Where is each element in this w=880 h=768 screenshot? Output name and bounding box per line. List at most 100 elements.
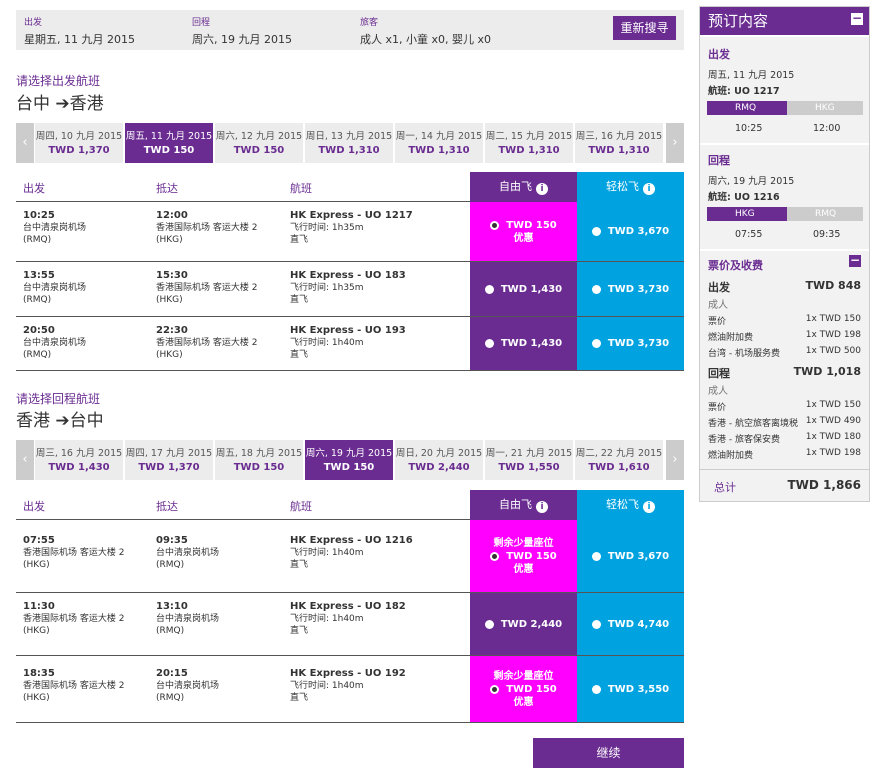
departure-time: 07:55 — [23, 535, 55, 546]
flight-row: 20:50 台中清泉岗机场 (RMQ) 22:30 香港国际机场 客运大楼 2 (HKG)… — [16, 317, 684, 371]
info-icon[interactable]: i — [643, 501, 655, 513]
fare-price: TWD 3,670 — [607, 550, 670, 562]
arrival-time: 22:30 — [156, 325, 188, 336]
fare-note: 优惠 — [513, 563, 534, 575]
flight-stops: 直飞 — [290, 235, 309, 245]
date-tab[interactable]: 周二, 22 九月 2015 TWD 1,610 — [575, 440, 663, 480]
radio-button[interactable] — [591, 284, 601, 294]
departure-airport: 台中清泉岗机场 — [23, 223, 87, 233]
date-tab[interactable]: 周五, 11 九月 2015 TWD 150 — [125, 123, 213, 163]
radio-button[interactable] — [484, 619, 494, 629]
flight-info: HK Express - UO 192 飞行时间: 1h40m 直飞 — [290, 668, 406, 704]
departure-time: 13:55 — [23, 270, 55, 281]
date-tab[interactable]: 周四, 17 九月 2015 TWD 1,370 — [125, 440, 213, 480]
info-icon[interactable]: i — [536, 183, 548, 195]
radio-button[interactable] — [591, 227, 601, 236]
fees-out-pax: 成人 — [708, 300, 728, 311]
fare-option-easy[interactable]: TWD 3,670 — [577, 202, 684, 261]
fee-value: 1x TWD 198 — [805, 330, 861, 340]
date-tab[interactable]: 周六, 12 九月 2015 TWD 150 — [215, 123, 303, 163]
chevron-right-icon[interactable]: › — [666, 440, 684, 480]
date-tab-date: 周一, 14 九月 2015 — [395, 131, 483, 142]
date-tab[interactable]: 周五, 18 九月 2015 TWD 150 — [215, 440, 303, 480]
header-depart: 出发 — [23, 500, 45, 513]
date-tab-date: 周四, 10 九月 2015 — [35, 131, 123, 142]
research-button[interactable]: 重新搜寻 — [613, 16, 676, 40]
fare-header-fun[interactable]: 自由飞 i — [470, 490, 577, 520]
fare-option-fun[interactable]: 剩余少量座位 TWD 150 优惠 — [470, 656, 577, 722]
radio-button[interactable] — [484, 284, 494, 294]
date-tab[interactable]: 周三, 16 九月 2015 TWD 1,430 — [35, 440, 123, 480]
arrival-info: 12:00 香港国际机场 客运大楼 2 (HKG) — [156, 210, 257, 246]
flight-number: HK Express - UO 192 — [290, 668, 406, 679]
date-tab[interactable]: 周六, 19 九月 2015 TWD 150 — [305, 440, 393, 480]
flight-row: 10:25 台中清泉岗机场 (RMQ) 12:00 香港国际机场 客运大楼 2 (HKG)… — [16, 202, 684, 262]
fare-option-fun[interactable]: TWD 1,430 — [470, 317, 577, 370]
passenger-value: 成人 x1, 小童 x0, 婴儿 x0 — [360, 33, 492, 46]
summary-title: 预订内容 — [708, 12, 769, 30]
fare-header-easy[interactable]: 轻松飞 i — [577, 172, 684, 202]
chevron-left-icon[interactable]: ‹ — [16, 123, 34, 163]
info-icon[interactable]: i — [536, 501, 548, 513]
date-tab[interactable]: 周四, 10 九月 2015 TWD 1,370 — [35, 123, 123, 163]
radio-button[interactable] — [591, 684, 601, 694]
summary-ret-flight: 航班: UO 1216 — [708, 192, 780, 203]
date-tab[interactable]: 周三, 16 九月 2015 TWD 1,310 — [575, 123, 663, 163]
seats-left-note: 剩余少量座位 — [493, 670, 554, 682]
chevron-right-icon[interactable]: › — [666, 123, 684, 163]
total-value: TWD 1,866 — [787, 478, 861, 492]
radio-button[interactable] — [490, 551, 500, 561]
radio-button[interactable] — [490, 684, 500, 694]
fare-option-easy[interactable]: TWD 3,730 — [577, 262, 684, 316]
flight-stops: 直飞 — [290, 350, 309, 360]
radio-button[interactable] — [490, 220, 500, 230]
fee-line: 燃油附加费 1x TWD 198 — [708, 448, 861, 461]
date-tab[interactable]: 周一, 14 九月 2015 TWD 1,310 — [395, 123, 483, 163]
fare-option-fun[interactable]: TWD 2,440 — [470, 593, 577, 655]
depart-label: 出发 — [24, 18, 43, 28]
date-tab-price: TWD 150 — [323, 462, 375, 473]
arrival-time: 20:15 — [156, 668, 188, 679]
date-tab-price: TWD 1,310 — [498, 145, 560, 156]
fare-header-fun[interactable]: 自由飞 i — [470, 172, 577, 202]
fare-header-easy[interactable]: 轻松飞 i — [577, 490, 684, 520]
fare-option-easy[interactable]: TWD 4,740 — [577, 593, 684, 655]
chevron-left-icon[interactable]: ‹ — [16, 440, 34, 480]
date-tab-date: 周一, 21 九月 2015 — [485, 448, 573, 459]
fare-option-fun[interactable]: TWD 1,430 — [470, 262, 577, 316]
date-tab-date: 周五, 18 九月 2015 — [215, 448, 303, 459]
date-tab[interactable]: 周日, 20 九月 2015 TWD 2,440 — [395, 440, 483, 480]
radio-button[interactable] — [591, 619, 601, 629]
date-tab[interactable]: 周日, 13 九月 2015 TWD 1,310 — [305, 123, 393, 163]
fare-option-fun[interactable]: 剩余少量座位 TWD 150 优惠 — [470, 520, 577, 592]
radio-button[interactable] — [591, 551, 601, 561]
fee-value: 1x TWD 490 — [805, 416, 861, 426]
collapse-icon[interactable]: − — [851, 12, 863, 25]
departure-info: 10:25 台中清泉岗机场 (RMQ) — [23, 210, 86, 246]
summary-out-arr-time: 12:00 — [813, 123, 841, 134]
fare-option-easy[interactable]: TWD 3,730 — [577, 317, 684, 370]
info-icon[interactable]: i — [643, 183, 655, 195]
date-tab-date: 周二, 15 九月 2015 — [485, 131, 573, 142]
date-tab[interactable]: 周二, 15 九月 2015 TWD 1,310 — [485, 123, 573, 163]
summary-ret-dep-time: 07:55 — [735, 229, 763, 240]
header-depart: 出发 — [23, 182, 45, 195]
arrival-airport: 台中清泉岗机场 — [156, 548, 220, 558]
flight-stops: 直飞 — [290, 693, 309, 703]
continue-button[interactable]: 继续 — [533, 738, 684, 768]
radio-button[interactable] — [591, 339, 601, 348]
summary-ret-title: 回程 — [708, 154, 730, 167]
depart-date-field: 出发 星期五, 11 九月 2015 — [24, 15, 135, 47]
fare-option-easy[interactable]: TWD 3,550 — [577, 656, 684, 722]
departure-airport: 台中清泉岗机场 — [23, 283, 87, 293]
date-tab[interactable]: 周一, 21 九月 2015 TWD 1,550 — [485, 440, 573, 480]
outbound-section-title: 请选择出发航班 — [16, 74, 101, 88]
fare-option-easy[interactable]: TWD 3,670 — [577, 520, 684, 592]
collapse-icon[interactable]: − — [849, 254, 861, 267]
arrival-code: (RMQ) — [156, 626, 185, 636]
radio-button[interactable] — [484, 339, 494, 348]
fee-name: 香港 - 旅客保安费 — [708, 435, 780, 445]
flight-duration: 飞行时间: 1h40m — [290, 548, 364, 558]
fee-name: 票价 — [708, 403, 727, 413]
fare-option-fun[interactable]: TWD 150 优惠 — [470, 202, 577, 261]
